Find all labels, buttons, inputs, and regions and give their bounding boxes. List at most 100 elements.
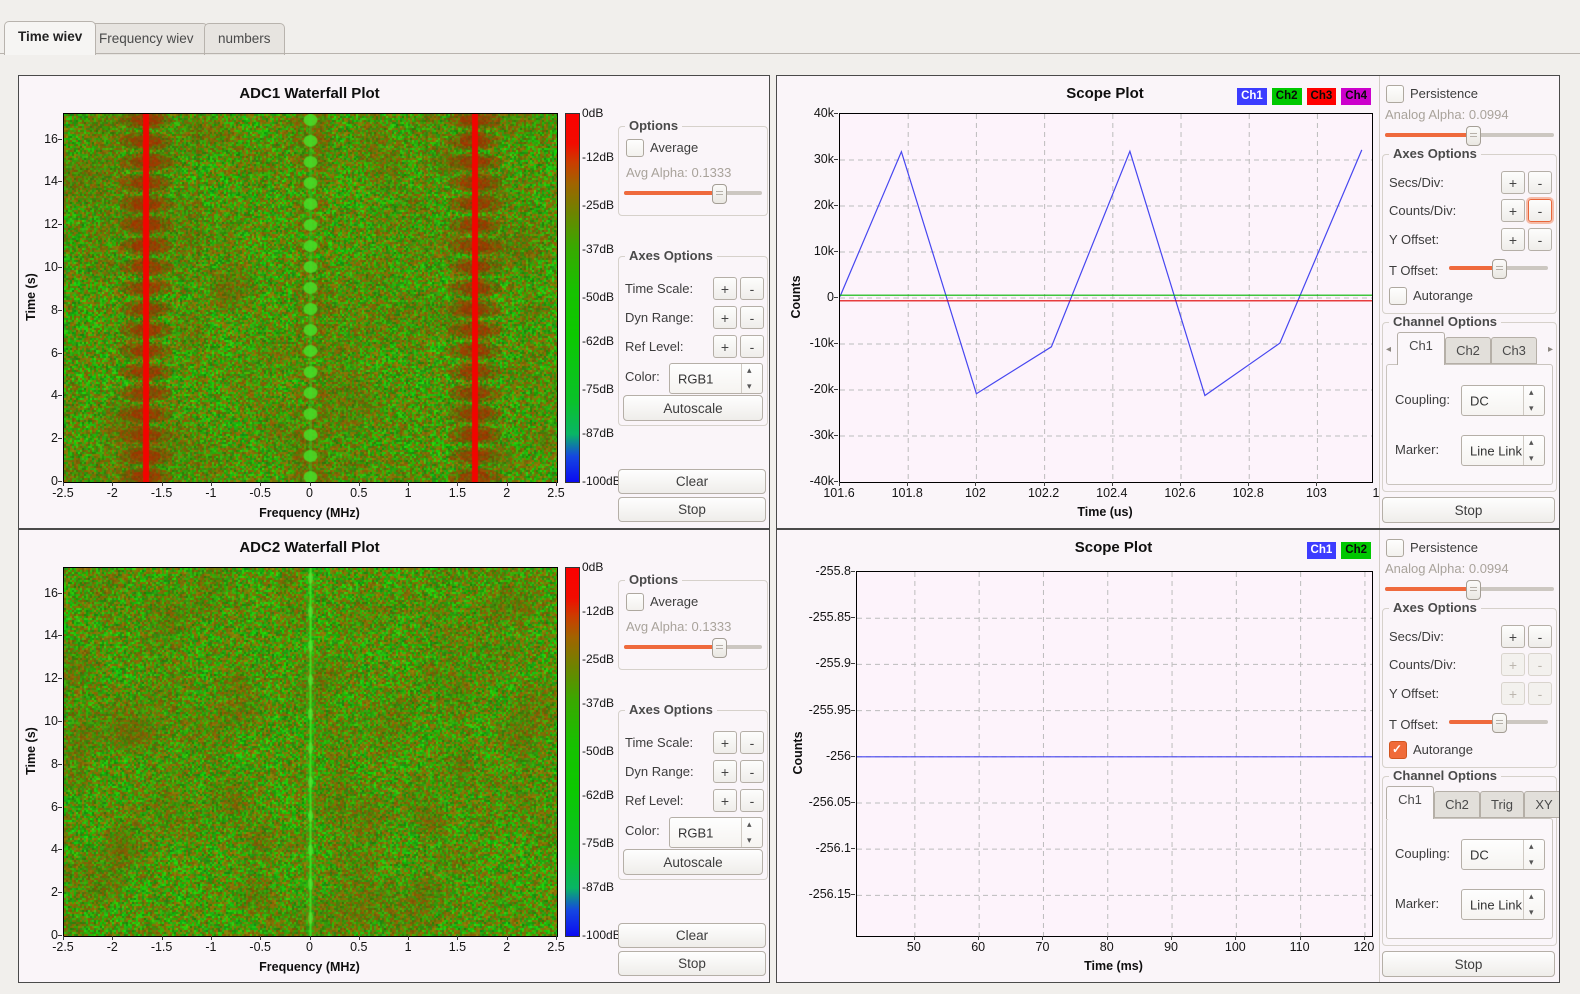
marker-spinbox[interactable]: Line Link [1461,889,1545,920]
adc2-controls: Options Average Avg Alpha: 0.1333 Axes O… [618,530,768,982]
ref-level-minus-button[interactable]: - [740,789,764,812]
ref-level-plus-button[interactable]: + [713,789,737,812]
tab-time-wiev[interactable]: Time wiev [4,21,96,55]
channel-options-group: Channel Options ◂Ch1Ch2Ch3▸ Coupling: DC… [1382,322,1557,492]
coupling-spinbox[interactable]: DC [1461,839,1545,870]
time-scale-minus-button[interactable]: - [740,277,764,300]
x-tick-mark [1180,482,1181,486]
analog-alpha-slider[interactable] [1385,126,1554,144]
time-scale-minus-button[interactable]: - [740,731,764,754]
avg-alpha-slider[interactable] [624,638,762,656]
slider-handle[interactable] [1466,580,1481,600]
legend-chip-ch3: Ch3 [1307,88,1337,105]
autoscale-button[interactable]: Autoscale [623,395,763,421]
y-tick-mark [834,481,838,482]
t-offset-slider[interactable] [1449,713,1548,731]
y-tick-mark [851,756,855,757]
slider-handle[interactable] [712,638,727,658]
channel-tab-trig[interactable]: Trig [1480,791,1524,818]
x-tick-mark [260,482,261,486]
t-offset-slider[interactable] [1449,259,1548,277]
analog-alpha-slider[interactable] [1385,580,1554,598]
dyn-range-minus-button[interactable]: - [740,306,764,329]
y-offset-plus-button[interactable]: + [1501,228,1525,251]
x-tick-label: 103 [1286,486,1346,500]
channel-tab-ch1[interactable]: Ch1 [1397,332,1445,365]
persistence-checkbox[interactable] [1386,85,1404,103]
legend-chip-ch2: Ch2 [1341,542,1371,559]
channel-tab-ch2[interactable]: Ch2 [1434,791,1480,818]
clear-button[interactable]: Clear [618,923,766,948]
x-tick-label: 90 [1141,940,1201,954]
counts-div-plus-button[interactable]: + [1501,199,1525,222]
secs-div-plus-button[interactable]: + [1501,171,1525,194]
spinner-arrows-icon[interactable] [1523,436,1544,465]
autorange-checkbox[interactable] [1389,287,1407,305]
panel-adc2-waterfall: ADC2 Waterfall Plot Frequency (MHz) Opti… [18,529,770,983]
stop-button[interactable]: Stop [618,497,766,522]
y-offset-minus-button[interactable]: - [1528,682,1552,705]
channel-tab-ch2[interactable]: Ch2 [1445,337,1491,364]
tab-frequency-wiev[interactable]: Frequency wiev [85,23,208,55]
avg-alpha-slider[interactable] [624,184,762,202]
slider-handle[interactable] [1492,713,1507,733]
persistence-checkbox[interactable] [1386,539,1404,557]
counts-div-minus-button[interactable]: - [1528,653,1552,676]
x-tick-mark [457,936,458,940]
counts-div-plus-button[interactable]: + [1501,653,1525,676]
spinner-arrows-icon[interactable] [1523,890,1544,919]
color-spinbox[interactable]: RGB1 [669,817,763,848]
y-tick-mark [834,159,838,160]
autorange-checkbox[interactable] [1389,741,1407,759]
spinner-arrows-icon[interactable] [741,818,762,847]
coupling-spinbox[interactable]: DC [1461,385,1545,416]
stop-button[interactable]: Stop [618,951,766,976]
secs-div-minus-button[interactable]: - [1528,625,1552,648]
ref-level-minus-button[interactable]: - [740,335,764,358]
channel-tab-ch1[interactable]: Ch1 [1386,786,1434,819]
spinner-arrows-icon[interactable] [1523,840,1544,869]
autoscale-button[interactable]: Autoscale [623,849,763,875]
chevron-left-icon[interactable]: ◂ [1386,344,1391,355]
ref-level-plus-button[interactable]: + [713,335,737,358]
slider-handle[interactable] [1492,259,1507,279]
secs-div-minus-button[interactable]: - [1528,171,1552,194]
color-spinbox[interactable]: RGB1 [669,363,763,394]
clear-button[interactable]: Clear [618,469,766,494]
axes-options-group-title: Axes Options [1389,146,1481,161]
channel-tab-xy[interactable]: XY [1524,791,1560,818]
y-offset-plus-button[interactable]: + [1501,682,1525,705]
secs-div-plus-button[interactable]: + [1501,625,1525,648]
y-offset-minus-button[interactable]: - [1528,228,1552,251]
stop-button[interactable]: Stop [1382,497,1555,523]
color-label: Color: [625,823,660,838]
x-tick-label: 101.6 [809,486,869,500]
y-tick-mark [58,892,62,893]
dyn-range-plus-button[interactable]: + [713,306,737,329]
chevron-right-icon[interactable]: ▸ [1548,344,1553,355]
channel-options-group-title: Channel Options [1389,768,1501,783]
time-scale-plus-button[interactable]: + [713,277,737,300]
stop-button[interactable]: Stop [1382,951,1555,977]
dyn-range-plus-button[interactable]: + [713,760,737,783]
counts-div-label: Counts/Div: [1389,203,1456,218]
time-scale-plus-button[interactable]: + [713,731,737,754]
spinner-arrows-icon[interactable] [741,364,762,393]
adc2-waterfall-canvas [63,567,558,937]
x-tick-label: 102.6 [1150,486,1210,500]
x-tick-mark [507,482,508,486]
x-tick-mark [507,936,508,940]
slider-handle[interactable] [1466,126,1481,146]
y-tick-mark [851,617,855,618]
x-tick-label: 102 [945,486,1005,500]
series-ch1 [840,150,1362,396]
dyn-range-minus-button[interactable]: - [740,760,764,783]
spinner-arrows-icon[interactable] [1523,386,1544,415]
channel-tab-ch3[interactable]: Ch3 [1491,337,1537,364]
average-checkbox[interactable] [626,139,644,157]
marker-spinbox[interactable]: Line Link [1461,435,1545,466]
counts-div-minus-button[interactable]: - [1528,199,1552,222]
average-checkbox[interactable] [626,593,644,611]
slider-handle[interactable] [712,184,727,204]
tab-numbers[interactable]: numbers [204,23,285,55]
